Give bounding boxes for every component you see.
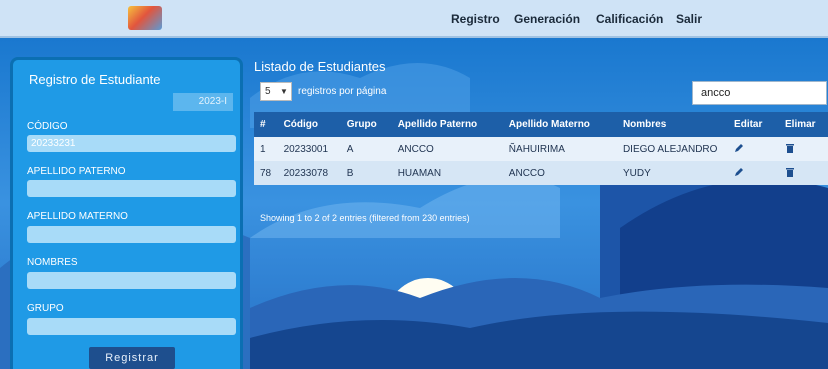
table-header-row: # Código Grupo Apellido Paterno Apellido…: [254, 112, 828, 137]
col-eliminar[interactable]: Elimar: [779, 112, 828, 137]
row-nombres: YUDY: [622, 167, 651, 179]
search-input[interactable]: ancco: [692, 81, 827, 105]
nombres-label: NOMBRES: [27, 257, 78, 268]
col-apellido-paterno[interactable]: Apellido Paterno: [392, 112, 503, 137]
delete-button[interactable]: [779, 137, 828, 161]
row-codigo: 20233078: [283, 167, 329, 179]
table-row: 1 20233001 A ANCCO ÑAHUIRIMA DIEGO ALEJA…: [254, 137, 828, 161]
delete-button[interactable]: [779, 161, 828, 185]
table-row: 78 20233078 B HUAMAN ANCCO YUDY: [254, 161, 828, 185]
row-grupo: B: [346, 167, 354, 179]
apellido-paterno-label: APELLIDO PATERNO: [27, 166, 126, 177]
chevron-down-icon: ▼: [280, 87, 288, 96]
apellido-materno-field[interactable]: [27, 226, 236, 243]
nav-registro[interactable]: Registro: [451, 0, 500, 38]
row-apellido-materno: ANCCO: [508, 167, 545, 179]
row-index: 78: [260, 167, 272, 179]
pencil-icon: [735, 143, 744, 152]
row-apellido-materno: ÑAHUIRIMA: [508, 143, 565, 155]
panel-title: Registro de Estudiante: [29, 72, 161, 87]
row-nombres: DIEGO ALEJANDRO: [622, 143, 718, 155]
pencil-icon: [735, 167, 744, 176]
trash-icon: [786, 167, 794, 177]
nav-generacion[interactable]: Generación: [514, 0, 580, 38]
grupo-field[interactable]: [27, 318, 236, 335]
top-navbar: Registro Generación Calificación Salir: [0, 0, 828, 38]
row-grupo: A: [346, 143, 354, 155]
row-index: 1: [260, 143, 266, 155]
col-grupo[interactable]: Grupo: [341, 112, 392, 137]
registrar-button[interactable]: Registrar: [89, 347, 175, 369]
row-apellido-paterno: HUAMAN: [397, 167, 442, 179]
grupo-label: GRUPO: [27, 303, 64, 314]
list-title: Listado de Estudiantes: [254, 59, 386, 74]
edit-button[interactable]: [728, 161, 779, 185]
table-info-text: Showing 1 to 2 of 2 entries (filtered fr…: [260, 213, 470, 223]
apellido-materno-label: APELLIDO MATERNO: [27, 211, 128, 222]
codigo-label: CÓDIGO: [27, 121, 68, 132]
students-table: # Código Grupo Apellido Paterno Apellido…: [254, 112, 828, 185]
col-apellido-materno[interactable]: Apellido Materno: [503, 112, 617, 137]
codigo-field[interactable]: 20233231: [27, 135, 236, 152]
nav-salir[interactable]: Salir: [676, 0, 702, 38]
nav-calificacion[interactable]: Calificación: [596, 0, 663, 38]
edit-button[interactable]: [728, 137, 779, 161]
school-logo-icon[interactable]: [128, 6, 162, 30]
col-codigo[interactable]: Código: [278, 112, 341, 137]
nombres-field[interactable]: [27, 272, 236, 289]
apellido-paterno-field[interactable]: [27, 180, 236, 197]
col-editar[interactable]: Editar: [728, 112, 779, 137]
col-nombres[interactable]: Nombres: [617, 112, 728, 137]
row-codigo: 20233001: [283, 143, 329, 155]
row-apellido-paterno: ANCCO: [397, 143, 434, 155]
per-page-label: registros por página: [298, 86, 387, 97]
period-badge: 2023-I: [173, 93, 233, 111]
col-index[interactable]: #: [254, 112, 278, 137]
trash-icon: [786, 143, 794, 153]
